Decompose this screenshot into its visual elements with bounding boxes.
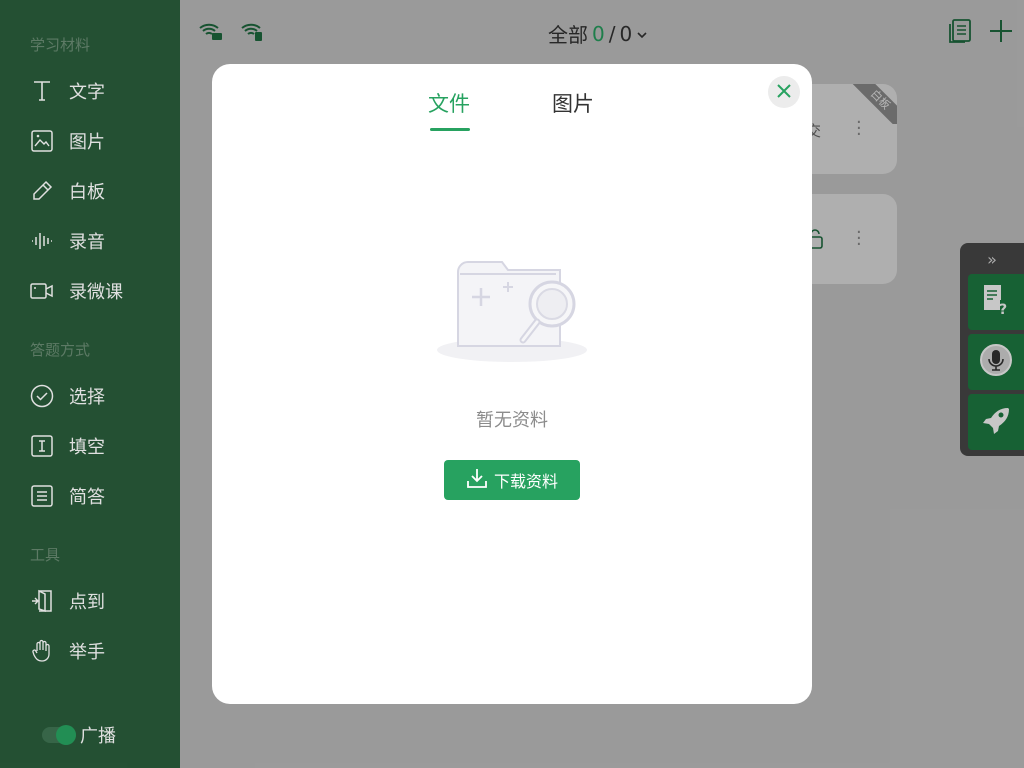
materials-dialog: 文件 图片 暂无资料 下载资料 — [212, 64, 812, 704]
download-icon — [466, 467, 494, 493]
tab-images[interactable]: 图片 — [552, 88, 594, 118]
sidebar-dim — [0, 0, 180, 768]
close-icon — [777, 83, 791, 102]
active-tab-indicator — [430, 128, 470, 131]
download-materials-button[interactable]: 下载资料 — [444, 460, 580, 500]
download-label: 下载资料 — [493, 472, 558, 491]
close-button[interactable] — [768, 76, 800, 108]
tab-files[interactable]: 文件 — [428, 88, 470, 118]
empty-folder-search-icon — [436, 250, 588, 370]
empty-state-text: 暂无资料 — [476, 410, 548, 431]
sidebar: 学习材料 文字 图片 白板 录音 录微课 答题方式 选择 填空 简答 工具 点到… — [0, 0, 180, 768]
